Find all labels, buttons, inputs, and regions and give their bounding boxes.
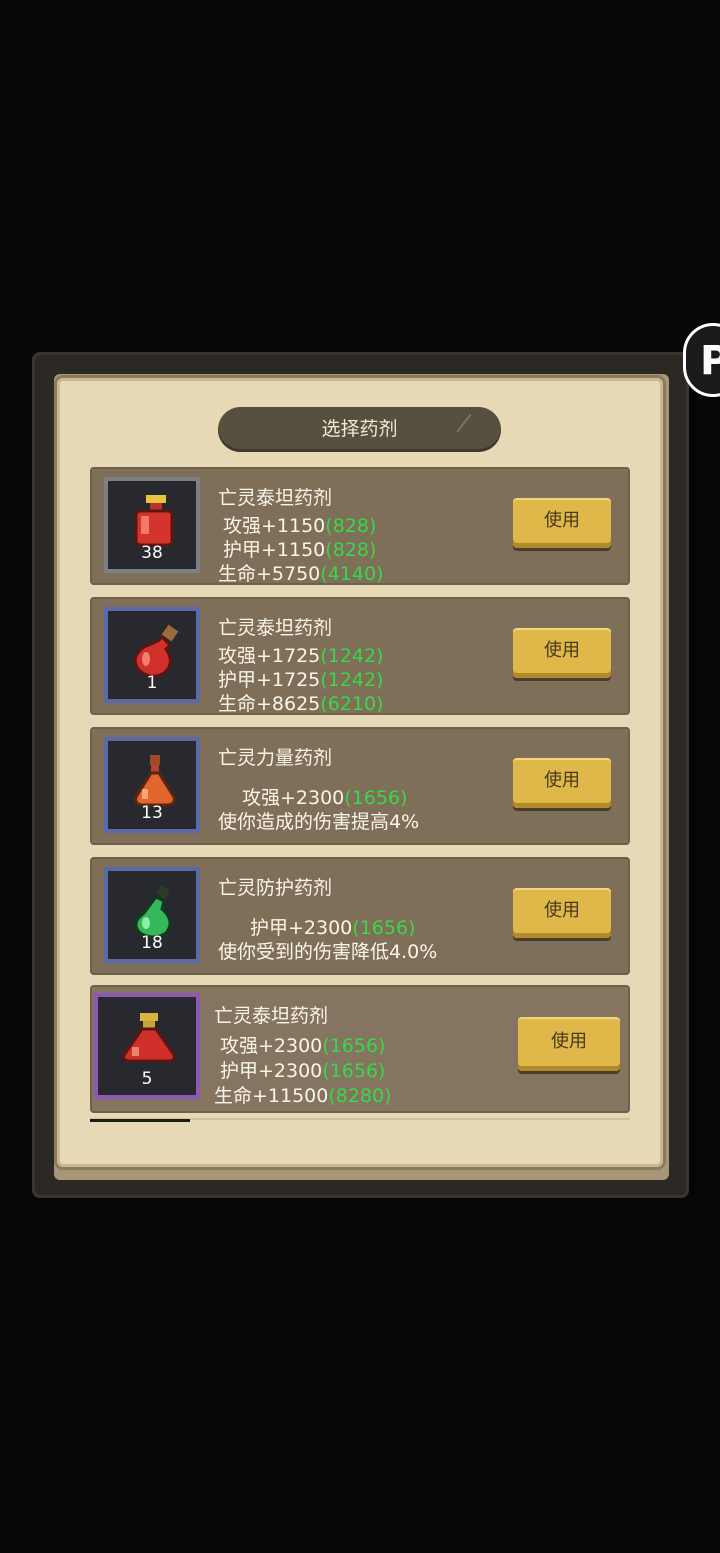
red-pyramid-flask-icon [122, 1013, 176, 1063]
potion-name: 亡灵防护药剂 [218, 877, 333, 899]
potion-count: 13 [141, 803, 163, 823]
use-button[interactable]: 使用 [513, 888, 611, 938]
potion-name: 亡灵泰坦药剂 [214, 1005, 329, 1027]
potion-stat: 攻强+2300(1656) [242, 787, 408, 809]
potion-count: 38 [141, 543, 163, 563]
potion-stat: 攻强+1150(828) [223, 515, 377, 537]
potion-count: 1 [146, 673, 158, 693]
potion-stat: 护甲+1725(1242) [218, 669, 384, 691]
potion-row: 13 亡灵力量药剂 攻强+2300(1656) 使你造成的伤害提高4% 使用 [90, 727, 630, 845]
potion-name: 亡灵泰坦药剂 [218, 617, 333, 639]
potion-slot[interactable]: 5 [94, 993, 200, 1099]
use-button[interactable]: 使用 [513, 498, 611, 548]
potion-stat: 使你造成的伤害提高4% [218, 811, 420, 833]
potion-stat: 使你受到的伤害降低4.0% [218, 941, 438, 963]
potion-row-selected: 5 亡灵泰坦药剂 攻强+2300(1656) 护甲+2300(1656) 生命+… [90, 985, 630, 1113]
potion-count: 18 [141, 933, 163, 953]
potion-count: 5 [141, 1069, 153, 1089]
use-button[interactable]: 使用 [518, 1017, 620, 1071]
potion-stat: 生命+11500(8280) [214, 1085, 392, 1107]
potion-row: 38 亡灵泰坦药剂 攻强+1150(828) 护甲+1150(828) 生命+5… [90, 467, 630, 585]
potion-stat: 护甲+1150(828) [223, 539, 377, 561]
potion-slot[interactable]: 38 [104, 477, 200, 573]
potion-stat: 攻强+1725(1242) [218, 645, 384, 667]
potion-stat: 生命+8625(6210) [218, 693, 384, 715]
potion-slot[interactable]: 18 [104, 867, 200, 963]
potion-row: 18 亡灵防护药剂 护甲+2300(1656) 使你受到的伤害降低4.0% 使用 [90, 857, 630, 975]
use-button[interactable]: 使用 [513, 758, 611, 808]
potion-stat: 护甲+2300(1656) [220, 1060, 386, 1082]
list-scroll-thumb[interactable] [90, 1119, 190, 1122]
potion-slot[interactable]: 13 [104, 737, 200, 833]
potion-row: 1 亡灵泰坦药剂 攻强+1725(1242) 护甲+1725(1242) 生命+… [90, 597, 630, 715]
potion-slot[interactable]: 1 [104, 607, 200, 703]
dialog-title: 选择药剂 [218, 407, 501, 452]
dialog-title-text: 选择药剂 [321, 418, 398, 440]
potion-name: 亡灵力量药剂 [218, 747, 333, 769]
potion-stat: 护甲+2300(1656) [250, 917, 416, 939]
potion-name: 亡灵泰坦药剂 [218, 487, 333, 509]
use-button[interactable]: 使用 [513, 628, 611, 678]
potion-stat: 攻强+2300(1656) [220, 1035, 386, 1057]
potion-stat: 生命+5750(4140) [218, 563, 384, 585]
